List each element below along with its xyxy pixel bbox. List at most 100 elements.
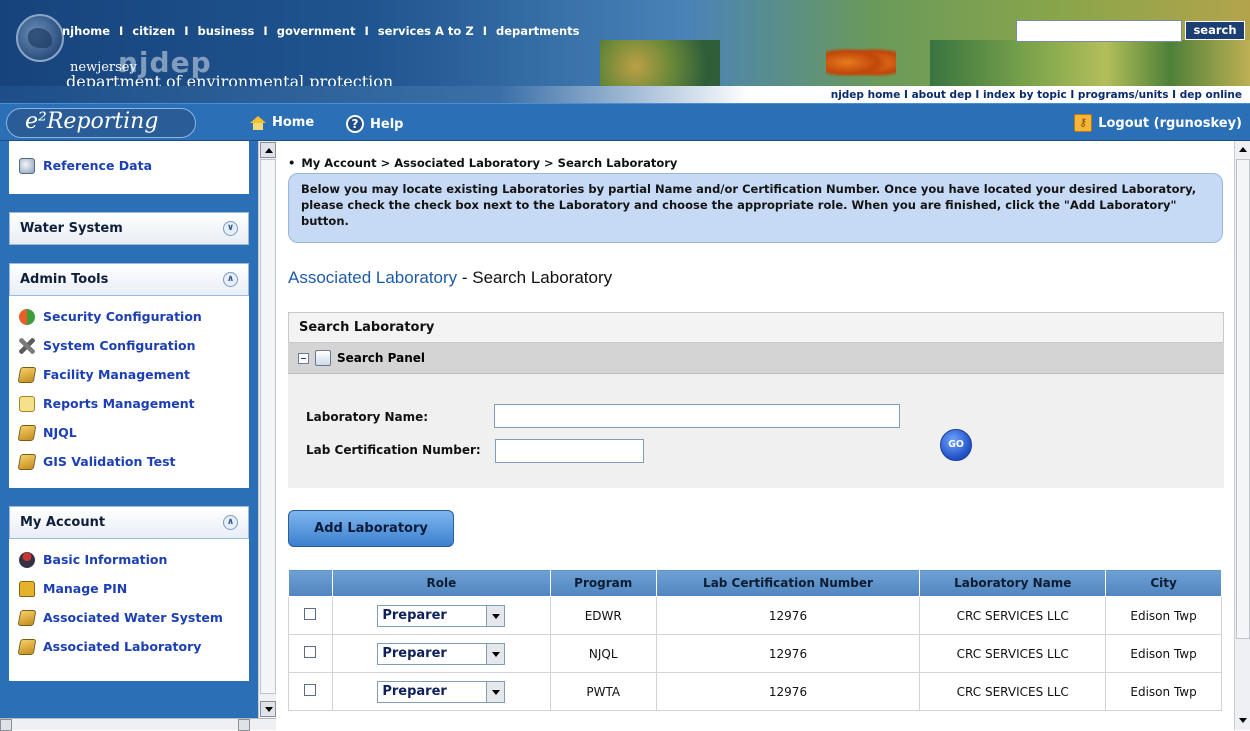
program-cell: EDWR — [549, 596, 657, 635]
expand-icon[interactable]: ∨ — [223, 221, 238, 236]
table-header-cert[interactable]: Lab Certification Number — [655, 569, 921, 597]
water-system-header[interactable]: Water System ∨ — [9, 212, 249, 245]
site-search-button[interactable]: search — [1185, 21, 1245, 40]
top-link-njhome[interactable]: njhome — [62, 24, 110, 38]
row-checkbox[interactable] — [304, 684, 317, 696]
city-cell: Edison Twp — [1105, 672, 1222, 711]
sidebar-item-facility-management[interactable]: Facility Management — [17, 360, 239, 389]
pencil-icon — [17, 424, 37, 441]
app-navbar: e²Reporting Home ? Help ⚷ Logout (rgunos… — [0, 103, 1250, 141]
lab-cert-label: Lab Certification Number: — [306, 443, 481, 457]
help-icon: ? — [346, 115, 364, 133]
banner-photo-farmland — [930, 40, 1250, 92]
sidebar-item-reference-data[interactable]: Reference Data — [19, 151, 239, 180]
instructions-box: Below you may locate existing Laboratori… — [288, 173, 1223, 243]
search-panel-header[interactable]: Search Panel — [288, 343, 1224, 374]
top-link-government[interactable]: government — [277, 24, 356, 38]
lab-name-cell: CRC SERVICES LLC — [919, 596, 1107, 635]
sidebar-item-system-configuration[interactable]: System Configuration — [19, 331, 239, 360]
role-select[interactable]: Preparer — [377, 642, 506, 665]
sub-nav-links: njdep home I about dep I index by topic … — [830, 89, 1242, 101]
admin-tools-panel: Security Configuration System Configurat… — [9, 296, 249, 488]
sidebar-item-manage-pin[interactable]: Manage PIN — [19, 574, 239, 603]
add-laboratory-button[interactable]: Add Laboratory — [288, 510, 454, 547]
scrollbar-thumb[interactable] — [260, 159, 276, 694]
scroll-up-icon[interactable] — [1236, 143, 1250, 157]
sub-link-about-dep[interactable]: about dep — [912, 89, 972, 101]
help-link[interactable]: ? Help — [346, 115, 403, 133]
lab-name-cell: CRC SERVICES LLC — [919, 634, 1107, 673]
row-checkbox[interactable] — [304, 608, 317, 620]
table-header-program[interactable]: Program — [549, 569, 657, 597]
city-cell: Edison Twp — [1105, 596, 1222, 635]
sidebar: Reference Data Water System ∨ Admin Tool… — [0, 141, 258, 718]
sidebar-horizontal-scrollbar[interactable] — [0, 718, 276, 731]
chevron-down-icon[interactable] — [486, 643, 505, 664]
sub-link-index-by-topic[interactable]: index by topic — [983, 89, 1067, 101]
my-account-header[interactable]: My Account ∧ — [9, 506, 249, 539]
scroll-right-icon[interactable] — [238, 719, 250, 731]
table-header-role[interactable]: Role — [331, 569, 551, 597]
app-logo[interactable]: e²Reporting — [6, 108, 196, 138]
scrollbar-thumb[interactable] — [1236, 159, 1250, 639]
pencil-icon — [17, 638, 37, 655]
users-icon — [19, 308, 35, 325]
scroll-down-icon[interactable] — [260, 701, 276, 717]
lab-name-label: Laboratory Name: — [306, 410, 429, 424]
row-checkbox[interactable] — [304, 646, 317, 658]
main-scrollbar[interactable] — [1234, 141, 1250, 730]
table-header-lab-name[interactable]: Laboratory Name — [919, 569, 1107, 597]
pencil-icon — [17, 609, 37, 626]
collapse-icon[interactable] — [298, 352, 309, 364]
top-nav-links: njhome I citizen I business I government… — [62, 24, 580, 38]
sidebar-item-basic-information[interactable]: Basic Information — [19, 545, 239, 574]
city-cell: Edison Twp — [1105, 634, 1222, 673]
search-section-title: Search Laboratory — [288, 312, 1224, 343]
table-row: Preparer NJQL 12976 CRC SERVICES LLC Edi… — [288, 634, 1222, 673]
sub-link-njdep-home[interactable]: njdep home — [831, 89, 901, 101]
sub-link-dep-online[interactable]: dep online — [1180, 89, 1242, 101]
pencil-icon — [17, 366, 37, 383]
table-header-city[interactable]: City — [1105, 569, 1222, 597]
top-link-citizen[interactable]: citizen — [132, 24, 175, 38]
top-link-services[interactable]: services A to Z — [378, 24, 474, 38]
reference-panel: Reference Data — [9, 141, 249, 194]
role-select[interactable]: Preparer — [377, 680, 506, 703]
sidebar-item-associated-water-system[interactable]: Associated Water System — [17, 603, 239, 632]
sidebar-item-njql[interactable]: NJQL — [17, 418, 239, 447]
search-icon — [315, 350, 331, 366]
sidebar-item-reports-management[interactable]: Reports Management — [19, 389, 239, 418]
nj-seal-icon — [16, 14, 64, 62]
sub-link-programs-units[interactable]: programs/units — [1078, 89, 1169, 101]
lab-name-input[interactable] — [494, 404, 900, 428]
chevron-down-icon[interactable] — [486, 681, 505, 702]
laboratory-results-table: Role Program Lab Certification Number La… — [288, 569, 1222, 711]
table-row: Preparer EDWR 12976 CRC SERVICES LLC Edi… — [288, 596, 1222, 635]
go-button[interactable]: GO — [940, 429, 972, 461]
collapse-icon[interactable]: ∧ — [223, 272, 238, 287]
chevron-down-icon[interactable] — [486, 605, 505, 626]
collapse-icon[interactable]: ∧ — [223, 515, 238, 530]
home-link[interactable]: Home — [250, 115, 314, 130]
scroll-up-icon[interactable] — [260, 142, 276, 158]
table-header-select — [288, 569, 333, 597]
role-select[interactable]: Preparer — [377, 604, 506, 627]
lab-name-cell: CRC SERVICES LLC — [919, 672, 1107, 711]
scroll-left-icon[interactable] — [0, 719, 12, 731]
sidebar-item-security-configuration[interactable]: Security Configuration — [19, 302, 239, 331]
sidebar-scrollbar[interactable] — [258, 141, 276, 718]
logout-link[interactable]: ⚷ Logout (rgunoskey) — [1074, 114, 1242, 132]
top-link-departments[interactable]: departments — [496, 24, 580, 38]
admin-tools-header[interactable]: Admin Tools ∧ — [9, 263, 249, 296]
scroll-down-icon[interactable] — [1236, 714, 1250, 728]
sidebar-item-gis-validation-test[interactable]: GIS Validation Test — [17, 447, 239, 476]
associated-laboratory-link[interactable]: Associated Laboratory — [288, 268, 457, 287]
site-search-input[interactable] — [1016, 20, 1182, 42]
top-link-business[interactable]: business — [198, 24, 255, 38]
key-icon: ⚷ — [1074, 114, 1093, 132]
cert-cell: 12976 — [655, 596, 921, 635]
sidebar-item-associated-laboratory[interactable]: Associated Laboratory — [17, 632, 239, 661]
home-icon — [250, 115, 266, 130]
main-content: • My Account > Associated Laboratory > Se… — [280, 141, 1232, 730]
lab-cert-input[interactable] — [495, 439, 644, 463]
